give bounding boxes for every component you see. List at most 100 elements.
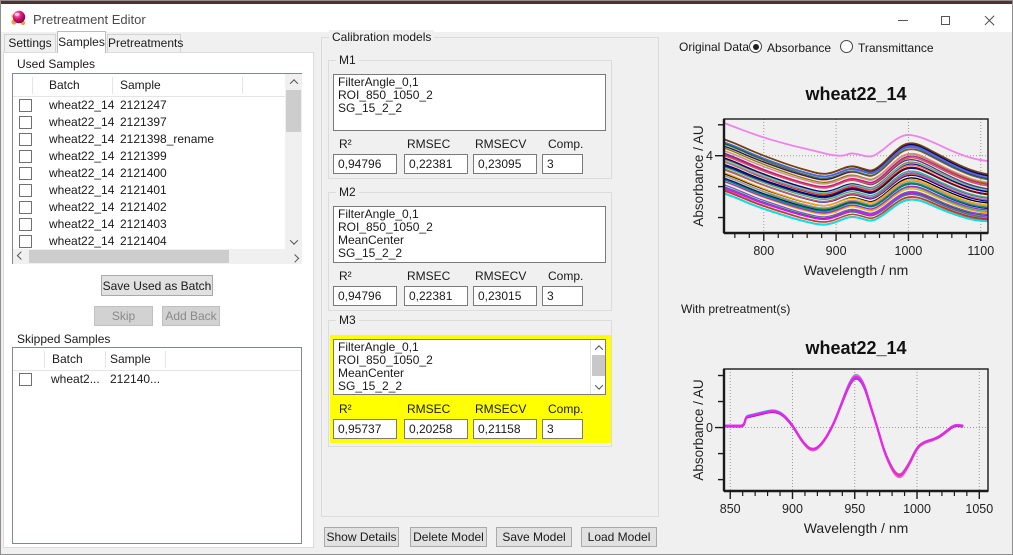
stat-value-field[interactable]: 0,94796 [333,154,397,174]
column-separator [112,77,113,94]
batch-cell: wheat22_14 [49,165,114,182]
column-header-sample[interactable]: Sample [110,352,151,366]
minimize-button[interactable] [887,7,919,34]
pretreatment-list-box[interactable]: FilterAngle_0,1 ROI_850_1050_2 SG_15_2_2 [333,74,606,131]
row-checkbox[interactable] [19,373,32,386]
absorbance-radio-label[interactable]: Absorbance [767,41,831,55]
stat-value-field[interactable]: 0,23095 [473,154,537,174]
tab-pretreatments[interactable]: Pretreatments [107,34,181,53]
table-row[interactable]: wheat22_142121399 [13,148,285,165]
stat-value-field[interactable]: 0,22381 [404,154,468,174]
pretreatment-list-box[interactable]: FilterAngle_0,1 ROI_850_1050_2 MeanCente… [333,339,606,395]
row-checkbox[interactable] [19,99,32,112]
used-samples-list[interactable]: Batch Sample wheat22_142121247wheat22_14… [12,73,302,264]
row-checkbox[interactable] [19,133,32,146]
tab-settings[interactable]: Settings [4,34,56,53]
used-samples-label: Used Samples [17,57,95,71]
column-header-sample[interactable]: Sample [120,78,161,92]
sample-cell: 2121404 [120,233,167,249]
chevron-up-icon [289,79,297,87]
table-row[interactable]: wheat22_142121400 [13,165,285,182]
stat-value-field[interactable]: 0,23015 [473,286,537,306]
save-used-as-batch-button[interactable]: Save Used as Batch [101,275,213,296]
stat-value-field[interactable]: 3 [542,419,583,439]
batch-cell: wheat22_14 [49,148,114,165]
stat-value-field[interactable]: 0,22381 [404,286,468,306]
absorbance-radio[interactable] [749,40,762,53]
stat-label: RMSEC [407,137,450,151]
column-header-batch[interactable]: Batch [49,78,80,92]
table-row[interactable]: wheat22_142121404 [13,233,285,249]
scrollbar-thumb[interactable] [29,250,229,263]
table-row[interactable]: wheat2...212140... [13,371,301,388]
batch-cell: wheat22_14 [49,97,114,114]
title-bar: Pretreatment Editor [1,4,1012,32]
horizontal-scrollbar[interactable] [13,249,302,264]
scrollbar-thumb[interactable] [592,355,605,376]
stat-value-field[interactable]: 0,21158 [473,419,537,439]
stat-value-field[interactable]: 0,95737 [333,419,397,439]
row-checkbox[interactable] [19,150,32,163]
row-checkbox[interactable] [19,235,32,248]
sample-cell: 2121403 [120,216,167,233]
scroll-left-button[interactable] [13,249,28,264]
sample-cell: 2121397 [120,114,167,131]
model-name-label: M3 [336,313,359,327]
batch-cell: wheat22_14 [49,199,114,216]
scroll-down-button[interactable] [591,380,606,393]
maximize-button[interactable] [929,7,961,34]
stat-value-field[interactable]: 0,94796 [333,286,397,306]
stat-value-field[interactable]: 0,20258 [404,419,468,439]
stat-value-field[interactable]: 3 [542,286,583,306]
model-group-m1: M1FilterAngle_0,1 ROI_850_1050_2 SG_15_2… [328,60,612,179]
skipped-samples-header: Batch Sample [13,348,301,371]
transmittance-radio[interactable] [840,40,853,53]
tab-samples[interactable]: Samples [57,31,106,53]
row-checkbox[interactable] [19,218,32,231]
pretreatment-list-box[interactable]: FilterAngle_0,1 ROI_850_1050_2 MeanCente… [333,206,606,263]
stat-label: RMSECV [475,269,526,283]
skipped-samples-label: Skipped Samples [17,332,110,346]
table-row[interactable]: wheat22_142121401 [13,182,285,199]
add-back-button[interactable]: Add Back [162,306,220,326]
table-row[interactable]: wheat22_142121397 [13,114,285,131]
table-row[interactable]: wheat22_14 2121402 [13,199,285,216]
show-details-button[interactable]: Show Details [324,527,399,547]
stat-label: RMSEC [407,402,450,416]
maximize-icon [941,16,950,25]
vertical-scrollbar[interactable] [285,74,302,249]
scroll-down-button[interactable] [285,234,302,249]
table-row[interactable]: wheat22_142121403 [13,216,285,233]
transmittance-radio-label[interactable]: Transmittance [858,41,934,55]
scrollbar-thumb[interactable] [286,90,301,132]
stat-label: Comp. [548,402,583,416]
svg-text:Absorbance / AU: Absorbance / AU [691,125,706,226]
scroll-right-button[interactable] [287,249,302,264]
stat-value-field[interactable]: 3 [542,154,583,174]
calibration-models-group: Calibration models M1FilterAngle_0,1 ROI… [321,37,659,517]
sample-cell: 2121402 [120,199,167,216]
skipped-samples-list[interactable]: Batch Sample wheat2...212140... [12,347,302,544]
load-model-button[interactable]: Load Model [581,527,657,547]
skip-button[interactable]: Skip [94,306,153,326]
chevron-down-icon [594,381,602,389]
row-checkbox[interactable] [19,116,32,129]
vertical-scrollbar[interactable] [590,340,605,394]
table-row[interactable]: wheat22_142121247 [13,97,285,114]
minimize-icon [898,20,908,22]
window-title: Pretreatment Editor [33,12,146,27]
svg-text:Wavelength / nm: Wavelength / nm [804,262,909,278]
delete-model-button[interactable]: Delete Model [410,527,487,547]
stat-label: R² [339,269,352,283]
row-checkbox[interactable] [19,167,32,180]
svg-text:900: 900 [782,502,803,516]
scroll-up-button[interactable] [591,341,606,354]
row-checkbox[interactable] [19,184,32,197]
row-checkbox[interactable] [19,201,32,214]
scroll-up-button[interactable] [285,74,302,89]
table-row[interactable]: wheat22_142121398_rename [13,131,285,148]
original-data-chart: 800900100011004wheat22_14Wavelength / nm… [689,73,1011,283]
save-model-button[interactable]: Save Model [496,527,572,547]
close-button[interactable] [973,7,1005,34]
column-header-batch[interactable]: Batch [52,352,83,366]
